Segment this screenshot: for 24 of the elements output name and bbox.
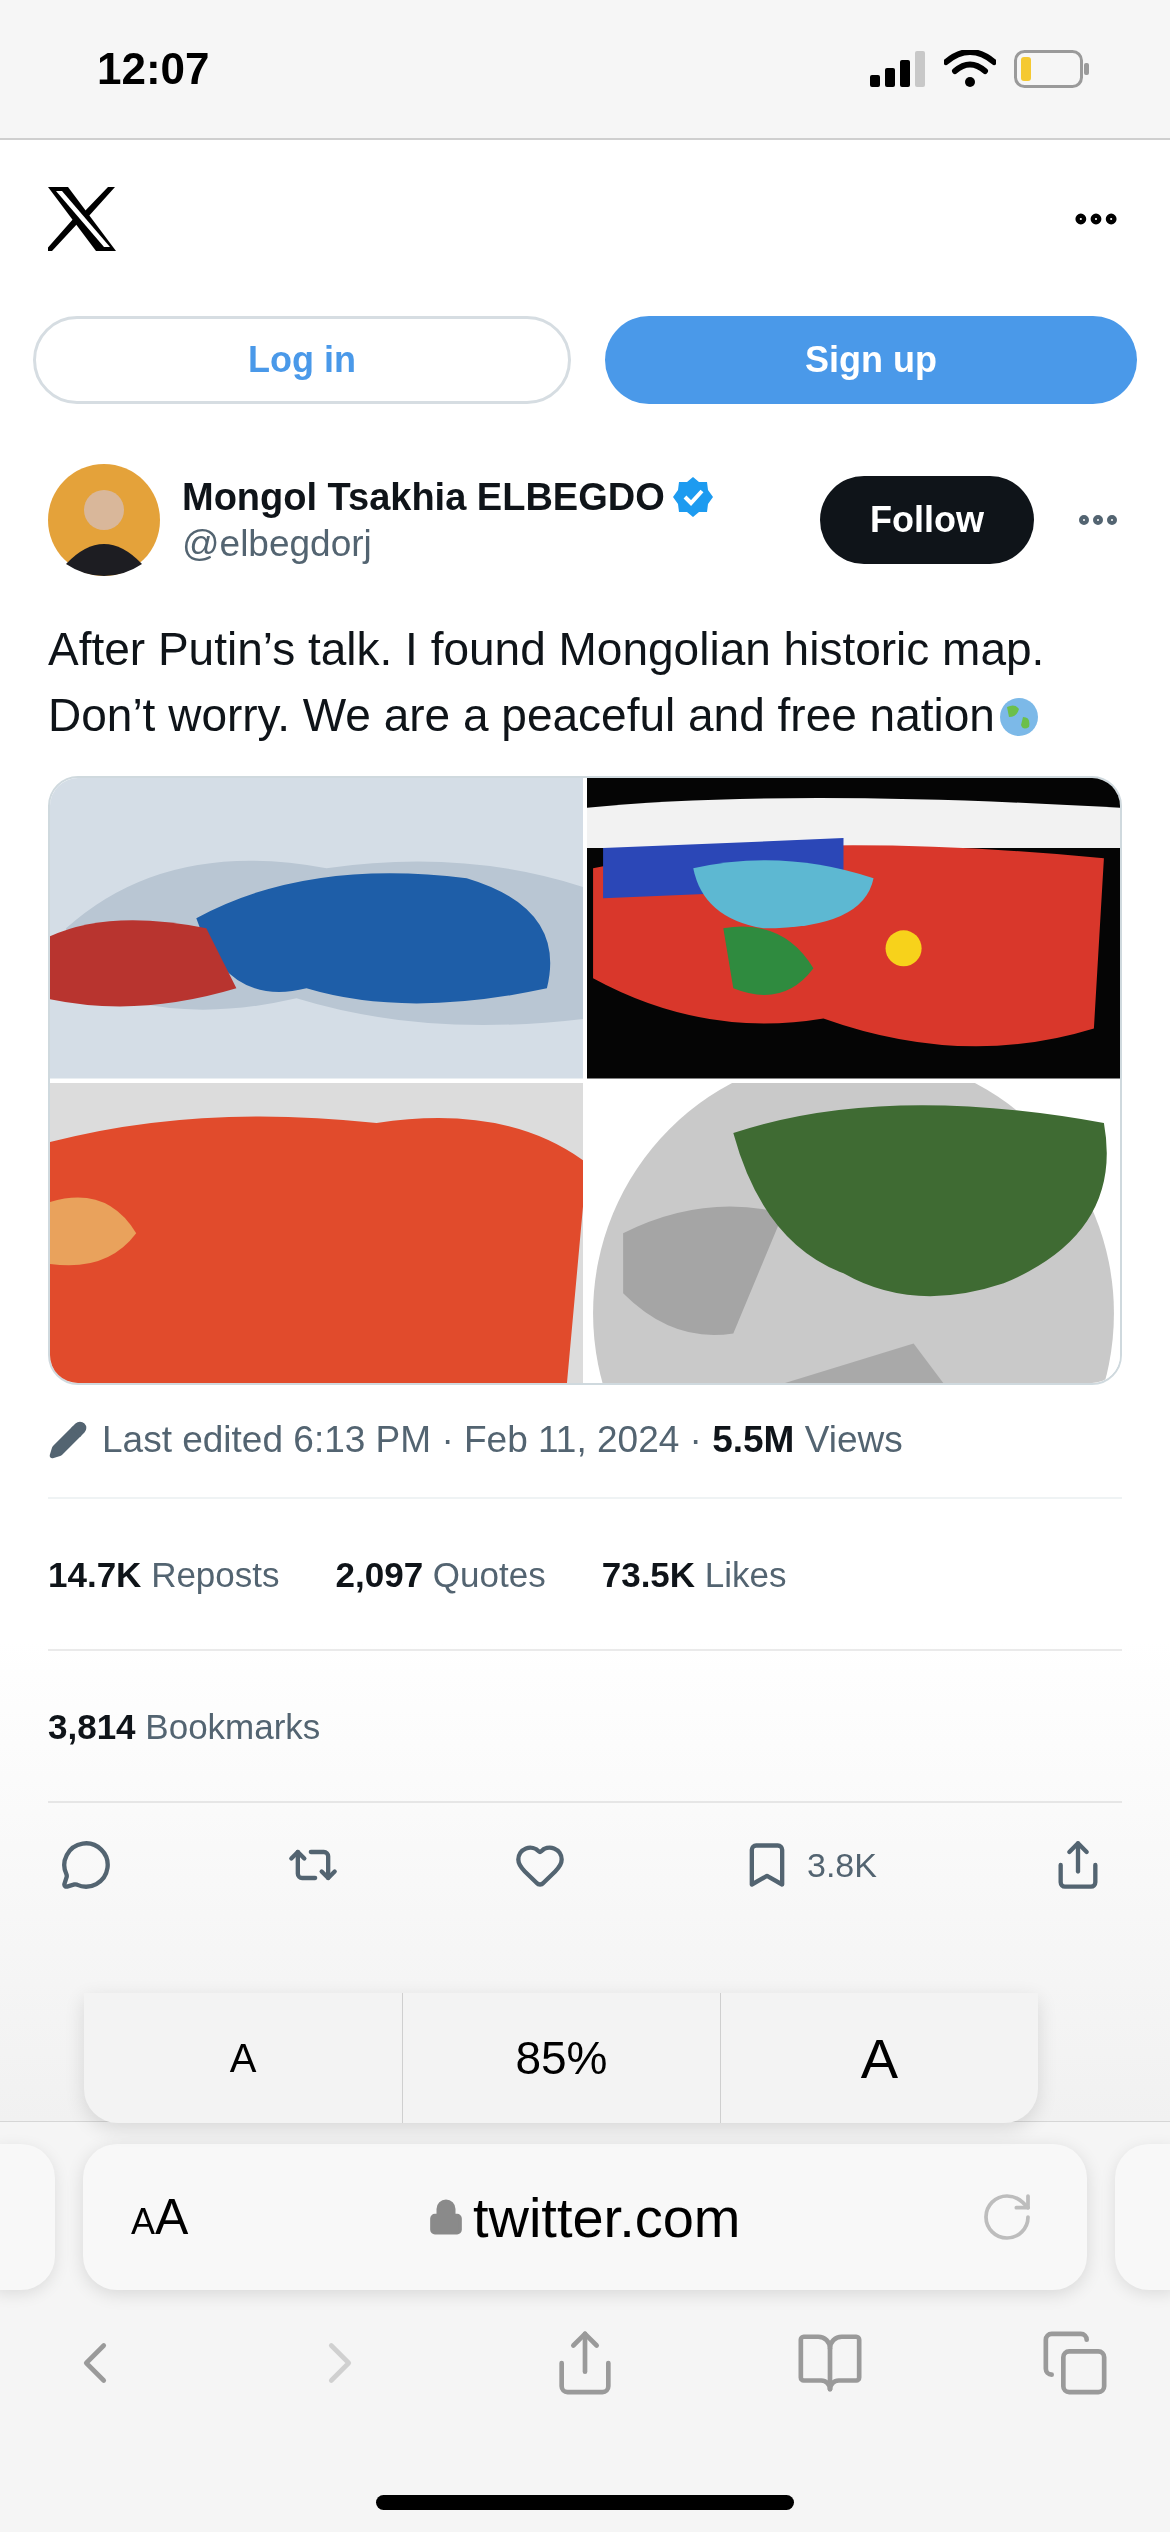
engagement-count[interactable]: 73.5K Likes	[601, 1555, 787, 1595]
follow-button[interactable]: Follow	[820, 476, 1034, 564]
engagement-count[interactable]: 14.7K Reposts	[48, 1555, 280, 1595]
bookmark-count[interactable]: 3,814 Bookmarks	[48, 1707, 321, 1746]
globe-icon	[998, 697, 1039, 737]
tweet-text: After Putin’s talk. I found Mongolian historic map. Don’t worry. We are a peaceful and free nation	[48, 622, 1046, 743]
edited-timestamp: Last edited 6:13 PM · Feb 11, 2024 · 5.5M Views	[102, 1419, 903, 1461]
author-handle: @elbegdorj	[182, 523, 373, 565]
author-name[interactable]: Mongol Tsakhia ELBEGDO	[182, 475, 665, 519]
logo-icon	[48, 187, 116, 251]
address-bar[interactable]: AA twitter.com	[83, 2144, 1087, 2290]
reply-button[interactable]	[60, 1839, 112, 1891]
action-count: 3.8K	[807, 1845, 877, 1885]
engagement-count[interactable]: 2,097 Quotes	[335, 1555, 546, 1595]
page-format-button[interactable]: AA	[131, 2188, 189, 2246]
url-text: twitter.com	[472, 2184, 741, 2250]
edit-icon	[48, 1420, 88, 1460]
status-time: 12:07	[97, 44, 210, 94]
reply-icon	[60, 1839, 112, 1891]
wifi-icon	[944, 50, 996, 88]
bookmark-button[interactable]: 3.8K	[741, 1839, 877, 1891]
text-smaller-button[interactable]: A	[84, 1993, 402, 2123]
signal-icon	[870, 51, 926, 87]
battery-icon	[1014, 50, 1090, 88]
